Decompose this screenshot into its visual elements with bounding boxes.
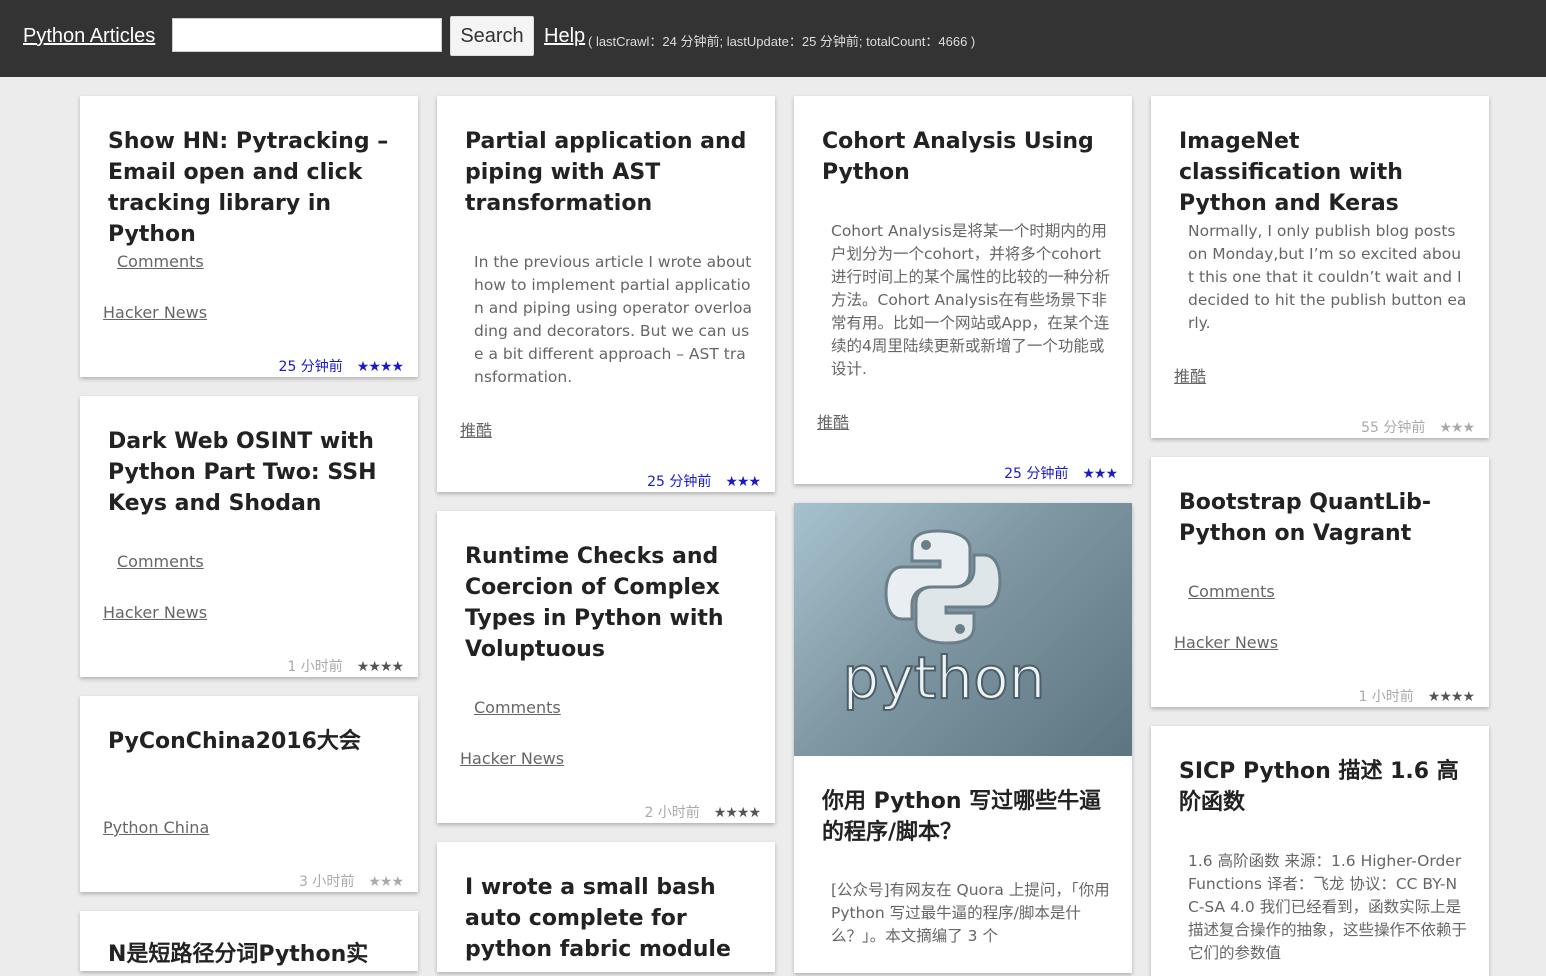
search-input[interactable] (172, 18, 442, 52)
source-link[interactable]: 推酷 (817, 409, 849, 433)
time-ago: 25 分钟前 (1004, 466, 1069, 482)
rating-stars: ★★★★ (1427, 689, 1475, 705)
rating-stars: ★★★ (1439, 420, 1475, 436)
rating-stars: ★★★ (725, 474, 761, 490)
article-title[interactable]: Partial application and piping with AST … (465, 126, 751, 219)
article-title[interactable]: N是短路径分词Python实 (108, 939, 394, 970)
comments-link[interactable]: Comments (117, 252, 204, 271)
time-ago: 25 分钟前 (647, 474, 712, 490)
article-title[interactable]: ImageNet classification with Python and … (1179, 126, 1465, 219)
article-summary: [公众号]有网友在 Quora 上提问，「你用 Python 写过最牛逼的程序/… (831, 881, 1110, 945)
article-meta: 55 分钟前 ★★★ (1361, 417, 1475, 437)
article-meta: 1 小时前 ★★★★ (287, 656, 404, 676)
rating-stars: ★★★★ (356, 359, 404, 375)
rating-stars: ★★★ (368, 874, 404, 890)
image-caption: python (843, 644, 1046, 712)
brand-link[interactable]: Python Articles (23, 25, 155, 48)
rating-stars: ★★★★ (356, 659, 404, 675)
article-title[interactable]: 你用 Python 写过哪些牛逼的程序/脚本？ (822, 786, 1108, 848)
article-card[interactable]: I wrote a small bash auto complete for p… (437, 842, 775, 972)
article-title[interactable]: Show HN: Pytracking – Email open and cli… (108, 126, 394, 250)
python-logo-icon: python (842, 529, 1046, 713)
source-link[interactable]: Hacker News (103, 303, 207, 322)
search-button[interactable]: Search (450, 16, 534, 56)
article-title[interactable]: SICP Python 描述 1.6 高阶函数 (1179, 756, 1465, 818)
article-card[interactable]: python 你用 Python 写过哪些牛逼的程序/脚本？ [公众号]有网友在… (794, 503, 1132, 973)
article-meta: 3 小时前 ★★★ (298, 871, 404, 891)
article-card[interactable]: Show HN: Pytracking – Email open and cli… (80, 96, 418, 377)
article-card[interactable]: PyConChina2016大会 Python China 3 小时前 ★★★ (80, 696, 418, 892)
article-title[interactable]: I wrote a small bash auto complete for p… (465, 872, 751, 965)
article-summary: Normally, I only publish blog posts on M… (1188, 222, 1467, 332)
time-ago: 2 小时前 (644, 805, 700, 821)
article-card[interactable]: N是短路径分词Python实 (80, 911, 418, 971)
article-card[interactable]: Runtime Checks and Coercion of Complex T… (437, 511, 775, 823)
time-ago: 3 小时前 (298, 874, 355, 890)
article-title[interactable]: PyConChina2016大会 (108, 726, 394, 757)
time-ago: 1 小时前 (287, 659, 343, 675)
article-card[interactable]: Cohort Analysis Using Python Cohort Anal… (794, 96, 1132, 484)
time-ago: 1 小时前 (1358, 689, 1414, 705)
comments-link[interactable]: Comments (474, 698, 561, 717)
article-title[interactable]: Runtime Checks and Coercion of Complex T… (465, 541, 751, 665)
article-summary: In the previous article I wrote about ho… (474, 253, 752, 386)
comments-link[interactable]: Comments (117, 552, 204, 571)
article-card[interactable]: Bootstrap QuantLib-Python on Vagrant Com… (1151, 457, 1489, 707)
source-link[interactable]: Hacker News (103, 603, 207, 622)
article-meta: 25 分钟前 ★★★ (647, 471, 761, 491)
article-title[interactable]: Cohort Analysis Using Python (822, 126, 1108, 188)
top-bar: Python Articles Search Help ( lastCrawl：… (0, 0, 1546, 77)
article-meta: 25 分钟前 ★★★ (1004, 463, 1118, 483)
comments-link[interactable]: Comments (1188, 582, 1275, 601)
article-meta: 1 小时前 ★★★★ (1358, 686, 1475, 706)
article-image[interactable]: python (794, 503, 1132, 756)
article-meta: 25 分钟前 ★★★★ (278, 356, 404, 376)
time-ago: 55 分钟前 (1361, 420, 1426, 436)
article-card[interactable]: Dark Web OSINT with Python Part Two: SSH… (80, 396, 418, 677)
source-link[interactable]: Python China (103, 818, 209, 837)
rating-stars: ★★★★ (713, 805, 761, 821)
article-title[interactable]: Dark Web OSINT with Python Part Two: SSH… (108, 426, 394, 519)
time-ago: 25 分钟前 (278, 359, 343, 375)
article-title[interactable]: Bootstrap QuantLib-Python on Vagrant (1179, 487, 1465, 549)
article-summary: 1.6 高阶函数 来源：1.6 Higher-Order Functions 译… (1188, 852, 1468, 962)
help-link[interactable]: Help (544, 25, 585, 48)
article-summary: Cohort Analysis是将某一个时期内的用户划分为一个cohort，并将… (831, 222, 1111, 378)
source-link[interactable]: Hacker News (460, 749, 564, 768)
article-card[interactable]: SICP Python 描述 1.6 高阶函数 1.6 高阶函数 来源：1.6 … (1151, 726, 1489, 976)
article-card[interactable]: Partial application and piping with AST … (437, 96, 775, 492)
source-link[interactable]: 推酷 (1174, 363, 1206, 387)
article-meta: 2 小时前 ★★★★ (644, 802, 761, 822)
article-card[interactable]: ImageNet classification with Python and … (1151, 96, 1489, 438)
source-link[interactable]: Hacker News (1174, 633, 1278, 652)
source-link[interactable]: 推酷 (460, 417, 492, 441)
rating-stars: ★★★ (1082, 466, 1118, 482)
crawl-stats: ( lastCrawl：24 分钟前; lastUpdate：25 分钟前; t… (588, 34, 976, 49)
